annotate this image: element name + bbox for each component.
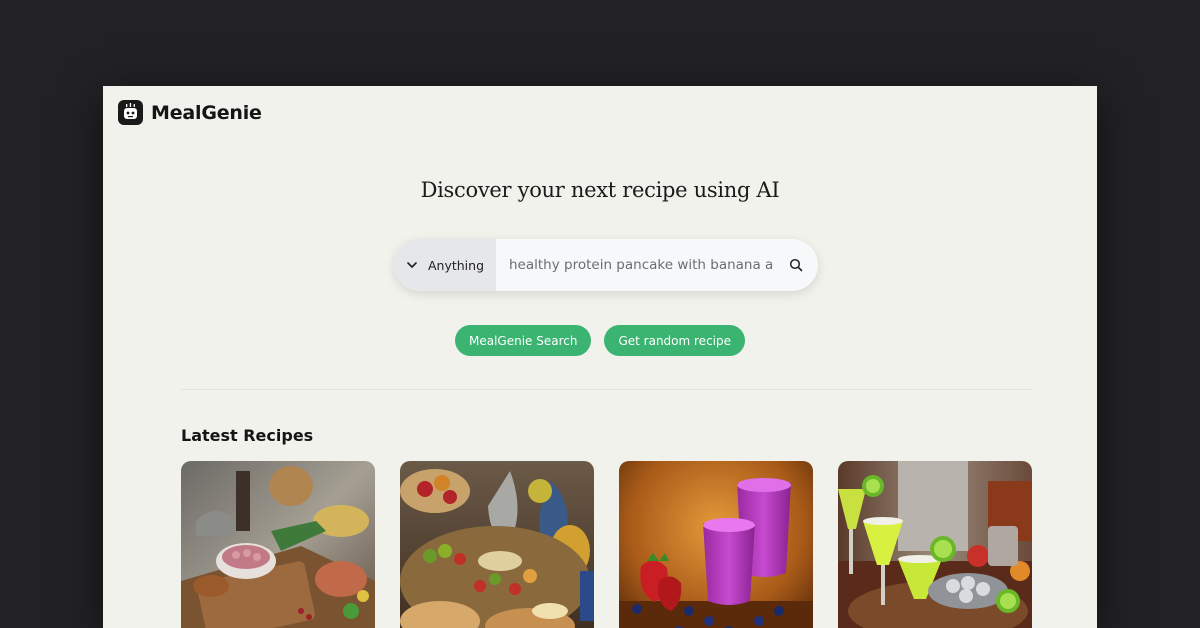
app-window: MealGenie Discover your next recipe usin…	[103, 86, 1097, 628]
category-select[interactable]: Anything	[394, 239, 496, 291]
recipe-image	[619, 461, 813, 628]
recipe-card-1[interactable]	[181, 461, 375, 628]
recipe-card-4[interactable]	[838, 461, 1032, 628]
brand[interactable]: MealGenie	[118, 100, 262, 125]
page-title: Discover your next recipe using AI	[420, 178, 780, 202]
action-buttons: MealGenie Search Get random recipe	[103, 325, 1097, 356]
recipe-image	[181, 461, 375, 628]
search-bar: Anything	[394, 239, 818, 291]
recipe-image	[400, 461, 594, 628]
search-button[interactable]	[774, 239, 818, 291]
divider	[181, 389, 1032, 390]
search-icon	[789, 258, 803, 272]
recipe-cards	[181, 461, 1032, 628]
chevron-down-icon	[407, 262, 417, 268]
latest-recipes-heading: Latest Recipes	[181, 426, 314, 445]
search-input[interactable]	[496, 239, 774, 291]
category-label: Anything	[427, 257, 485, 273]
mealgenie-search-button[interactable]: MealGenie Search	[454, 325, 592, 356]
chef-robot-icon	[118, 100, 143, 125]
recipe-image	[838, 461, 1032, 628]
recipe-card-3[interactable]	[619, 461, 813, 628]
random-recipe-button[interactable]: Get random recipe	[604, 325, 745, 356]
recipe-card-2[interactable]	[400, 461, 594, 628]
brand-name: MealGenie	[151, 101, 262, 124]
